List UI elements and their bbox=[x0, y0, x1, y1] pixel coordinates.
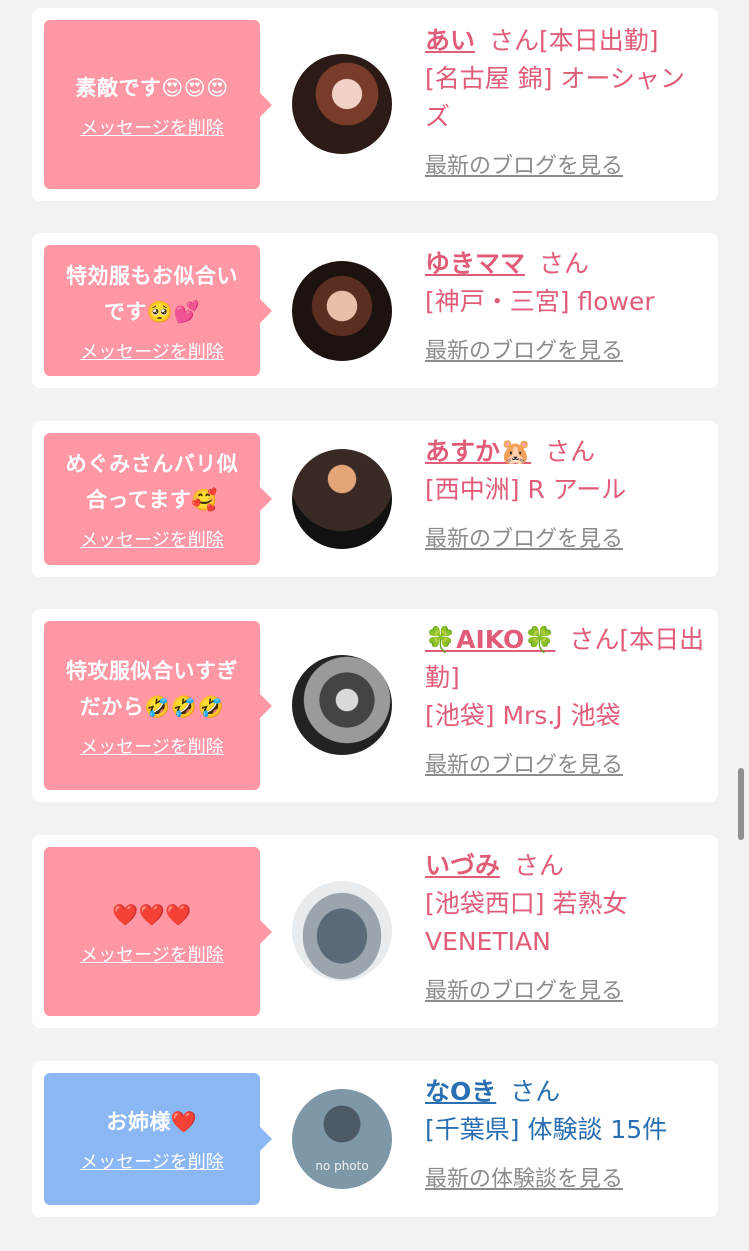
user-name-link[interactable]: あい bbox=[425, 26, 475, 55]
user-name-link[interactable]: なOき bbox=[425, 1077, 496, 1106]
latest-blog-link[interactable]: 最新のブログを見る bbox=[425, 747, 623, 779]
delete-message-link[interactable]: メッセージを削除 bbox=[80, 1148, 224, 1174]
shop-label: [神戸・三宮] flower bbox=[425, 287, 655, 316]
shop-label: [千葉県] 体験談 15件 bbox=[425, 1115, 668, 1144]
latest-blog-link[interactable]: 最新のブログを見る bbox=[425, 973, 623, 1005]
delete-message-link[interactable]: メッセージを削除 bbox=[80, 733, 224, 759]
message-bubble: めぐみさんバリ似 合ってます🥰 メッセージを削除 bbox=[44, 433, 272, 565]
shop-label: [西中洲] R アール bbox=[425, 475, 627, 504]
scrollbar[interactable] bbox=[738, 768, 744, 840]
latest-review-link[interactable]: 最新の体験談を見る bbox=[425, 1161, 623, 1193]
user-suffix: さん bbox=[539, 249, 590, 278]
user-info: ゆきママ さん [神戸・三宮] flower 最新のブログを見る bbox=[425, 245, 705, 365]
message-card: 素敵です😍😍😍 メッセージを削除 あい さん[本日出勤] [名古屋 錦] オーシャ… bbox=[32, 8, 718, 201]
delete-message-link[interactable]: メッセージを削除 bbox=[80, 941, 224, 967]
delete-message-link[interactable]: メッセージを削除 bbox=[80, 114, 224, 140]
delete-message-link[interactable]: メッセージを削除 bbox=[80, 526, 224, 552]
user-info: あい さん[本日出勤] [名古屋 錦] オーシャンズ 最新のブログを見る bbox=[425, 22, 705, 180]
message-list: 素敵です😍😍😍 メッセージを削除 あい さん[本日出勤] [名古屋 錦] オーシャ… bbox=[0, 0, 749, 1251]
user-suffix: さん bbox=[510, 1077, 561, 1106]
avatar[interactable] bbox=[292, 655, 392, 755]
user-suffix: さん bbox=[545, 437, 596, 466]
avatar[interactable] bbox=[292, 449, 392, 549]
message-card: お姉様❤️ メッセージを削除 no photo なOき さん [千葉県] 体験談 … bbox=[32, 1061, 718, 1217]
message-bubble: 素敵です😍😍😍 メッセージを削除 bbox=[44, 20, 272, 189]
message-text: めぐみさんバリ似 合ってます🥰 bbox=[65, 452, 239, 512]
message-text: ❤️❤️❤️ bbox=[112, 902, 192, 927]
avatar[interactable] bbox=[292, 261, 392, 361]
message-card: 特攻服似合いすぎ だから🤣🤣🤣 メッセージを削除 🍀AIKO🍀 さん[本日出勤] … bbox=[32, 609, 718, 802]
message-card: ❤️❤️❤️ メッセージを削除 いづみ さん [池袋西口] 若熟女 VENETIA… bbox=[32, 835, 718, 1028]
user-suffix: さん bbox=[514, 851, 565, 880]
user-info: あすか🐹 さん [西中洲] R アール 最新のブログを見る bbox=[425, 433, 705, 553]
avatar[interactable]: no photo bbox=[292, 1089, 392, 1189]
user-name-link[interactable]: 🍀AIKO🍀 bbox=[425, 625, 555, 654]
latest-blog-link[interactable]: 最新のブログを見る bbox=[425, 521, 623, 553]
message-text: お姉様❤️ bbox=[106, 1110, 198, 1134]
message-text: 素敵です😍😍😍 bbox=[75, 75, 229, 100]
message-bubble: 特攻服似合いすぎ だから🤣🤣🤣 メッセージを削除 bbox=[44, 621, 272, 790]
message-text: 特効服もお似合い です🥺💕 bbox=[66, 263, 238, 324]
no-photo-caption: no photo bbox=[315, 1159, 369, 1173]
user-info: 🍀AIKO🍀 さん[本日出勤] [池袋] Mrs.J 池袋 最新のブログを見る bbox=[425, 621, 705, 779]
shop-label: [名古屋 錦] オーシャンズ bbox=[425, 64, 685, 131]
latest-blog-link[interactable]: 最新のブログを見る bbox=[425, 333, 623, 365]
user-name-link[interactable]: いづみ bbox=[425, 851, 500, 880]
shop-label: [池袋西口] 若熟女 VENETIAN bbox=[425, 889, 628, 956]
user-name-link[interactable]: ゆきママ bbox=[425, 249, 525, 278]
user-info: いづみ さん [池袋西口] 若熟女 VENETIAN 最新のブログを見る bbox=[425, 847, 705, 1005]
message-bubble: 特効服もお似合い です🥺💕 メッセージを削除 bbox=[44, 245, 272, 376]
avatar[interactable] bbox=[292, 54, 392, 154]
message-card: めぐみさんバリ似 合ってます🥰 メッセージを削除 あすか🐹 さん [西中洲] R … bbox=[32, 421, 718, 577]
message-bubble: ❤️❤️❤️ メッセージを削除 bbox=[44, 847, 272, 1016]
shop-label: [池袋] Mrs.J 池袋 bbox=[425, 701, 621, 730]
user-name-link[interactable]: あすか🐹 bbox=[425, 437, 531, 466]
user-info: なOき さん [千葉県] 体験談 15件 最新の体験談を見る bbox=[425, 1073, 705, 1193]
avatar[interactable] bbox=[292, 881, 392, 981]
message-card: 特効服もお似合い です🥺💕 メッセージを削除 ゆきママ さん [神戸・三宮] fl… bbox=[32, 233, 718, 388]
latest-blog-link[interactable]: 最新のブログを見る bbox=[425, 148, 623, 180]
user-suffix: さん[本日出勤] bbox=[489, 26, 659, 55]
message-text: 特攻服似合いすぎ だから🤣🤣🤣 bbox=[66, 658, 238, 719]
delete-message-link[interactable]: メッセージを削除 bbox=[80, 338, 224, 364]
message-bubble: お姉様❤️ メッセージを削除 bbox=[44, 1073, 272, 1205]
